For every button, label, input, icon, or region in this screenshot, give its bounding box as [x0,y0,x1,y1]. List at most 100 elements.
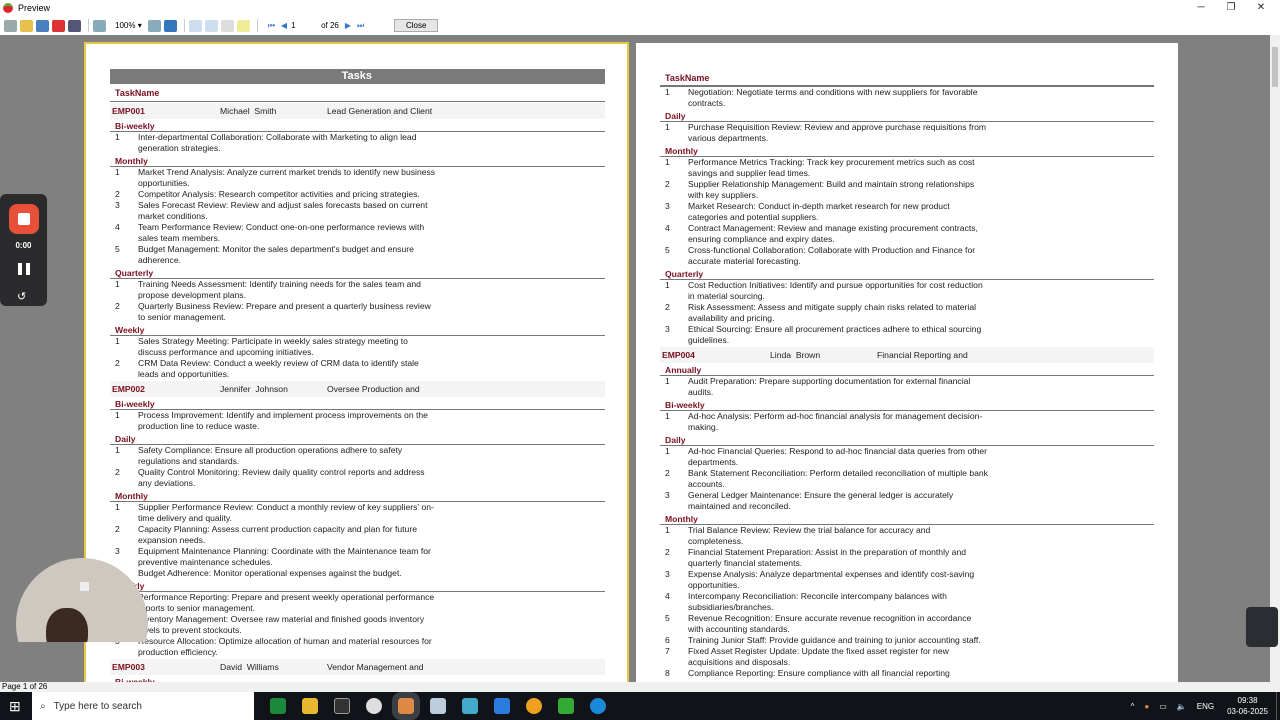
task-text: Budget Management: Monitor the sales dep… [138,244,414,265]
task-item: 8 Compliance Reporting: Ensure compliance… [660,668,1154,679]
task-text: Trial Balance Review: Review the trial b… [688,525,931,546]
task-number: 2 [115,358,120,368]
task-text: Equipment Maintenance Planning: Coordina… [138,546,431,567]
terminal-icon[interactable] [334,698,350,714]
single-page-icon[interactable] [188,19,202,32]
taskbar: ⊞ ⌕ Type here to search ^ ● ▭ 🔈 ENG 09:38… [0,692,1280,720]
browser-icon[interactable] [590,698,606,714]
task-item: 1 Process Improvement: Identify and imple… [110,410,605,432]
file-explorer-icon[interactable] [302,698,318,714]
edit-icon[interactable] [236,19,250,32]
task-number: 3 [665,490,670,500]
maximize-button[interactable]: ❐ [1216,0,1246,16]
windows-start-icon[interactable]: ⊞ [9,698,21,715]
screen-recorder-widget: 0:00 ↺ [0,194,47,306]
zoom-in-icon[interactable] [93,19,106,32]
task-item: 1 Audit Preparation: Prepare supporting d… [660,376,1154,398]
close-button[interactable]: Close [394,19,439,32]
task-item: 4 Contract Management: Review and manage … [660,223,1154,245]
task-item: 1 Safety Compliance: Ensure all productio… [110,445,605,467]
task-text: Team Performance Review: Conduct one-on-… [138,222,425,243]
clock[interactable]: 09:38 03-06-2025 [1227,695,1268,717]
side-tool-button[interactable] [1246,607,1278,647]
employee-row: EMP001 Michael Smith Lead Generation and C… [110,103,605,119]
task-text: Process Improvement: Identify and implem… [138,410,428,431]
app-icon[interactable] [270,698,286,714]
task-text: Capacity Planning: Assess current produc… [138,524,417,545]
divider [256,19,258,32]
task-number: 6 [665,635,670,645]
task-item: 2 Financial Statement Preparation: Assist… [660,547,1154,569]
scrollbar-thumb[interactable] [1272,47,1278,87]
zoom-select[interactable]: 100% ▾ [115,21,142,30]
task-text: Budget Adherence: Monitor operational ex… [138,568,402,578]
task-item: 2 Quarterly Business Review: Prepare and … [110,301,605,323]
task-number: 5 [665,245,670,255]
taskbar-search[interactable]: ⌕ Type here to search [32,692,254,720]
page-setup-icon[interactable] [220,19,234,32]
pdf-export-icon[interactable] [52,19,65,32]
network-icon[interactable]: ▭ [1159,702,1167,711]
task-text: Supplier Relationship Management: Build … [688,179,975,200]
preview-app-icon[interactable] [392,692,420,720]
restart-icon[interactable]: ↺ [17,290,26,303]
task-item: 1 Training Needs Assessment: Identify tra… [110,279,605,301]
task-text: Market Trend Analysis: Analyze current m… [138,167,436,188]
task-item: 3 Market Research: Conduct in-depth marke… [660,201,1154,223]
task-number: 1 [115,279,120,289]
two-page-icon[interactable] [204,19,218,32]
stop-record-button[interactable] [9,204,39,234]
fit-page-icon[interactable] [163,19,177,32]
open-icon[interactable] [20,19,33,32]
task-text: Supplier Performance Review: Conduct a m… [138,502,434,523]
first-page-icon[interactable]: ⏮ [268,21,275,31]
task-number: 1 [115,132,120,142]
document-viewer[interactable]: Tasks TaskName EMP001 Michael Smith Lead G… [0,35,1270,682]
language-indicator[interactable]: ENG [1197,702,1214,711]
vertical-scrollbar[interactable] [1270,35,1280,682]
app-icon[interactable] [430,698,446,714]
task-text: Performance Reporting: Prepare and prese… [138,592,435,613]
task-item: 1 Trial Balance Review: Review the trial … [660,525,1154,547]
page-1: Tasks TaskName EMP001 Michael Smith Lead G… [84,42,629,682]
find-icon[interactable] [68,19,81,32]
task-item: 2 Supplier Relationship Management: Build… [660,179,1154,201]
task-text: Expense Analysis: Analyze departmental e… [688,569,975,590]
task-text: Ad-hoc Financial Queries: Respond to ad-… [688,446,988,467]
window-title: Preview [18,3,51,13]
task-number: 1 [115,445,120,455]
volume-icon[interactable]: 🔈 [1177,702,1187,711]
save-icon[interactable] [36,19,49,32]
task-number: 4 [665,591,670,601]
pause-button[interactable] [18,263,30,275]
task-number: 2 [115,524,120,534]
app-icon[interactable] [366,698,382,714]
page-number-input[interactable] [291,19,318,32]
show-desktop[interactable] [1276,692,1280,720]
chevron-up-icon[interactable]: ^ [1131,702,1135,711]
task-item: 1 Cost Reduction Initiatives: Identify an… [660,280,1154,302]
task-text: Inventory Management: Oversee raw materi… [138,614,425,635]
last-page-icon[interactable]: ⏭ [357,21,364,31]
frequency-group-header: Quarterly [660,268,1154,280]
employee-row: EMP002 Jennifer Johnson Oversee Production… [110,381,605,397]
task-text: Purchase Requisition Review: Review and … [688,122,987,143]
app-icon[interactable] [558,698,574,714]
task-text: Audit Preparation: Prepare supporting do… [688,376,971,397]
prev-page-icon[interactable]: ◀ [281,21,287,30]
zoom-out-icon[interactable] [147,19,161,32]
minimize-button[interactable]: ─ [1186,0,1216,16]
app-tray-icon[interactable]: ● [1144,702,1149,711]
divider [183,19,185,32]
print-icon[interactable] [4,19,17,32]
close-window-button[interactable]: ✕ [1246,0,1276,16]
task-number: 1 [115,502,120,512]
next-page-icon[interactable]: ▶ [345,21,351,30]
task-text: Safety Compliance: Ensure all production… [138,445,403,466]
status-bar: Page 1 of 26 [0,682,1280,692]
employee-role: Financial Reporting and [877,350,968,360]
vscode-icon[interactable] [494,698,510,714]
app-icon[interactable] [526,698,542,714]
app-icon[interactable] [462,698,478,714]
task-item: 1 Market Trend Analysis: Analyze current … [110,167,605,189]
